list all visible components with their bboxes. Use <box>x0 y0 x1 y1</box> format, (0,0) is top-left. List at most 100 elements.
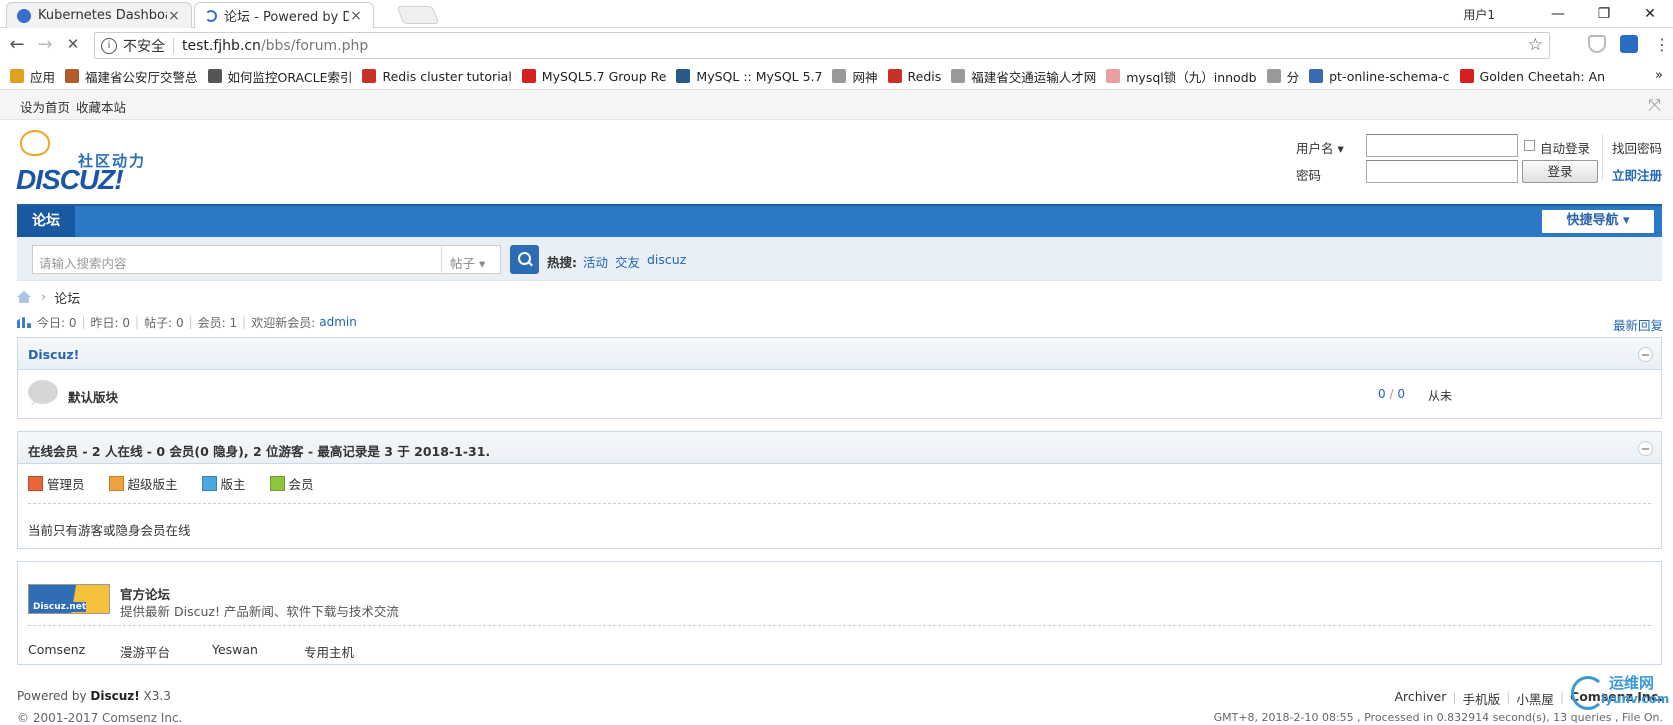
bookmarks-overflow-icon[interactable]: » <box>1655 68 1663 83</box>
partner-link[interactable]: 漫游平台 <box>120 642 170 661</box>
tab-close-icon[interactable]: × <box>349 8 363 24</box>
info-icon[interactable]: i <box>101 37 117 54</box>
login-button[interactable]: 登录 <box>1522 160 1598 183</box>
breadcrumb: › 论坛 <box>17 287 80 307</box>
collapse-toggle-icon[interactable] <box>1638 347 1653 362</box>
forward-icon[interactable]: → <box>31 34 59 55</box>
restore-icon[interactable]: ❐ <box>1581 6 1627 22</box>
collapse-icon[interactable]: ⤧ <box>1648 95 1661 115</box>
collapse-toggle-icon[interactable] <box>1638 441 1653 456</box>
register-link[interactable]: 立即注册 <box>1612 165 1662 184</box>
bookmark-item[interactable]: Golden Cheetah: An <box>1459 69 1605 84</box>
auto-login-checkbox[interactable] <box>1524 140 1535 151</box>
watermark-text: 运维网 <box>1609 674 1655 692</box>
bookmark-item[interactable]: pt-online-schema-c <box>1309 68 1450 84</box>
powered-brand-link[interactable]: Discuz! <box>90 689 139 703</box>
bookmark-label: MySQL5.7 Group Re <box>541 68 667 84</box>
close-window-icon[interactable]: ✕ <box>1627 6 1673 22</box>
divider: | <box>1452 689 1457 704</box>
legend-item: 管理员 <box>28 474 85 493</box>
username-type-select[interactable]: 用户名 ▾ <box>1296 138 1344 157</box>
archiver-link[interactable]: Archiver <box>1394 689 1446 708</box>
hot-search-link[interactable]: 交友 <box>615 252 640 271</box>
browser-toolbar: ← → ✕ i 不安全 test.fjhb.cn /bbs/forum.php … <box>0 29 1673 63</box>
divider <box>1602 134 1603 180</box>
hot-search-link[interactable]: 活动 <box>583 252 608 271</box>
set-home-link[interactable]: 设为首页 <box>20 97 70 116</box>
bookmark-item[interactable]: Redis cluster tutorial <box>362 69 512 84</box>
search-bar: 请输入搜索内容 帖子 ▾ 热搜: 活动 交友 discuz <box>17 237 1662 281</box>
forum-counts: 0 / 0 <box>1378 387 1405 401</box>
discuz-logo[interactable]: 社区动力 DISCUZ! <box>16 130 146 195</box>
legend-label: 会员 <box>288 477 314 492</box>
bookmark-label: 福建省公安厅交警总 <box>85 69 198 85</box>
bookmark-favicon-icon <box>1266 69 1281 83</box>
divider: | <box>135 315 140 329</box>
online-note: 当前只有游客或隐身会员在线 <box>28 523 191 538</box>
menu-icon[interactable]: ⋮ <box>1654 35 1670 54</box>
partner-link[interactable]: Comsenz <box>28 642 85 657</box>
newest-member-link[interactable]: admin <box>319 315 357 329</box>
user-group-icon <box>269 476 285 491</box>
quick-nav-button[interactable]: 快捷导航 ▾ <box>1542 210 1654 233</box>
profile-label[interactable]: 用户1 <box>1463 6 1495 23</box>
new-tab-button[interactable] <box>396 6 440 24</box>
bookmark-item[interactable]: MySQL :: MySQL 5.7 <box>676 69 822 84</box>
tab-close-icon[interactable]: × <box>167 8 181 24</box>
bookmark-favicon-icon <box>362 69 377 83</box>
bookmark-favicon-icon <box>832 69 847 83</box>
category-header: Discuz! <box>18 338 1661 370</box>
password-input[interactable] <box>1366 160 1518 183</box>
address-bar[interactable]: i 不安全 test.fjhb.cn /bbs/forum.php ☆ <box>94 32 1550 59</box>
home-icon[interactable] <box>17 291 31 303</box>
bookmark-item[interactable]: MySQL5.7 Group Re <box>521 68 667 84</box>
hot-search-link[interactable]: discuz <box>647 252 686 267</box>
tab-title: Kubernetes Dashboard <box>38 8 167 23</box>
bookmark-item[interactable]: 福建省交通运输人才网 <box>951 67 1096 86</box>
bookmark-item[interactable]: Redis <box>887 69 941 84</box>
minimize-icon[interactable]: — <box>1535 6 1581 22</box>
nav-forum[interactable]: 论坛 <box>17 206 75 237</box>
bookmark-item[interactable]: 如何监控ORACLE索引 <box>207 67 352 86</box>
bookmark-item[interactable]: mysql锁（九）innodb <box>1106 67 1257 86</box>
search-input[interactable]: 请输入搜索内容 <box>32 245 442 274</box>
back-icon[interactable]: ← <box>3 34 31 55</box>
security-label[interactable]: 不安全 <box>123 36 165 56</box>
url-path: /bbs/forum.php <box>260 37 369 54</box>
bookmark-site-link[interactable]: 收藏本站 <box>76 97 126 116</box>
latest-replies-link[interactable]: 最新回复 <box>1613 315 1663 334</box>
divider <box>173 37 174 54</box>
bookmark-item[interactable]: 福建省公安厅交警总 <box>65 67 198 86</box>
online-title[interactable]: 在线会员 - 2 人在线 - 0 会员(0 隐身), 2 位游客 - 最高记录是… <box>28 441 490 460</box>
mobile-link[interactable]: 手机版 <box>1463 689 1501 708</box>
user-group-icon <box>28 476 43 491</box>
search-button[interactable] <box>510 245 539 274</box>
bookmark-favicon-icon <box>207 69 222 83</box>
bookmark-label: 应用 <box>30 69 56 85</box>
forum-name-link[interactable]: 默认版块 <box>68 387 118 406</box>
tab-title: 论坛 - Powered by Disc <box>224 10 349 25</box>
username-input[interactable] <box>1366 134 1518 157</box>
blacklist-link[interactable]: 小黑屋 <box>1516 689 1554 708</box>
apps-bookmark[interactable]: 应用 <box>10 67 55 86</box>
lightbulb-icon <box>20 130 50 156</box>
bookmark-star-icon[interactable]: ☆ <box>1528 35 1543 55</box>
bookmark-label: 分 <box>1286 69 1300 85</box>
category-title[interactable]: Discuz! <box>28 347 79 362</box>
stop-loading-icon[interactable]: ✕ <box>59 35 87 53</box>
bookmark-label: pt-online-schema-c <box>1329 68 1450 84</box>
word-extension-icon[interactable] <box>1620 35 1638 53</box>
shield-extension-icon[interactable] <box>1588 35 1606 53</box>
hot-search-label: 热搜: <box>547 255 577 270</box>
partner-link[interactable]: Yeswan <box>212 642 258 657</box>
tab-kubernetes[interactable]: Kubernetes Dashboard × <box>6 2 192 28</box>
forgot-password-link[interactable]: 找回密码 <box>1612 138 1662 157</box>
bookmark-favicon-icon <box>1106 69 1121 83</box>
tab-forum[interactable]: 论坛 - Powered by Disc × <box>194 2 374 28</box>
bookmark-item[interactable]: 网神 <box>832 67 878 86</box>
bookmark-item[interactable]: 分 <box>1266 67 1300 86</box>
discuz-net-logo[interactable]: Discuz.net <box>28 584 110 614</box>
search-type-select[interactable]: 帖子 ▾ <box>441 245 501 274</box>
partner-link[interactable]: 专用主机 <box>304 642 354 661</box>
auto-login-label: 自动登录 <box>1540 141 1591 156</box>
